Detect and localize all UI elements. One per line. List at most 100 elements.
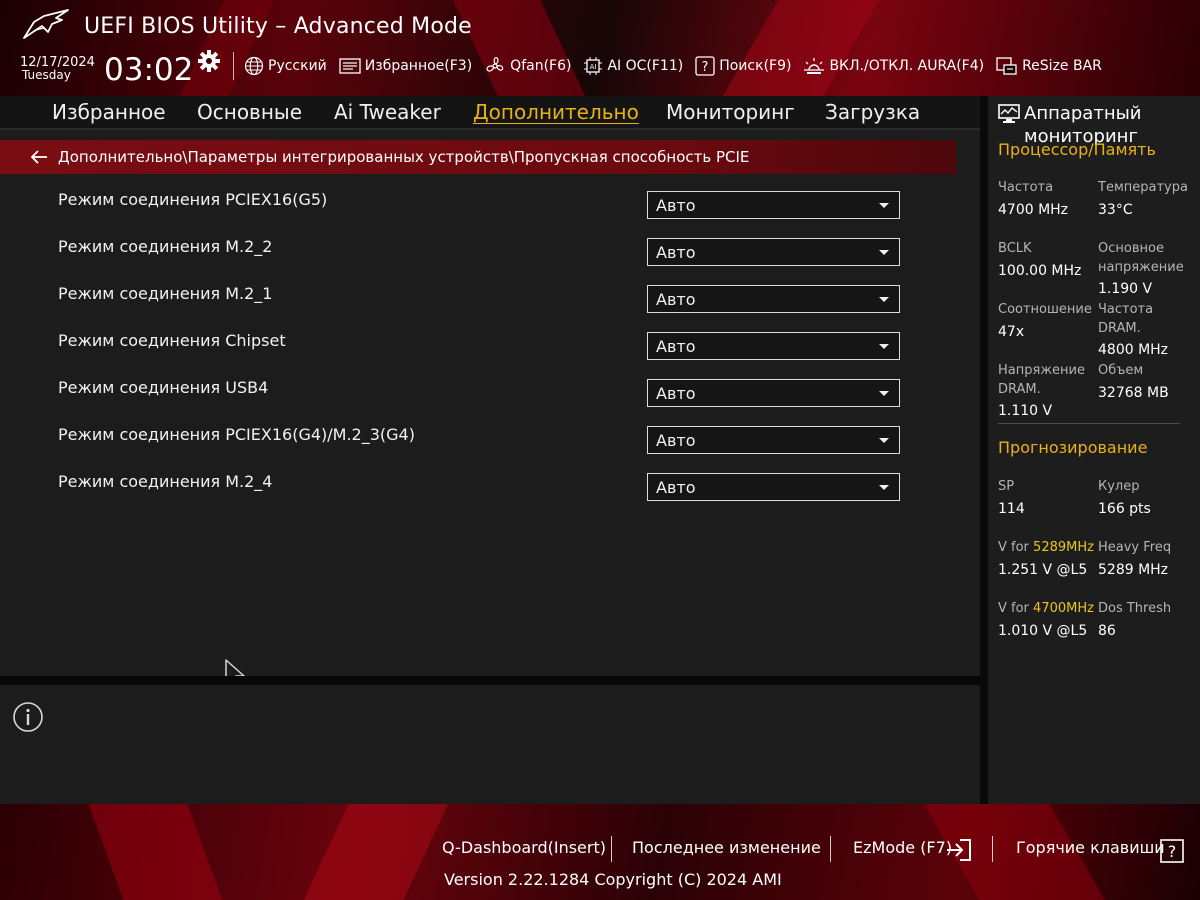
aura-button[interactable]: ВКЛ./ОТКЛ. AURA(F4) bbox=[803, 56, 984, 76]
capacity-value: 32768 MB bbox=[1098, 385, 1169, 401]
setting-dropdown-chipset[interactable]: Авто bbox=[647, 332, 900, 360]
v-for-base-label: V for 4700MHz bbox=[998, 599, 1094, 618]
tab-boot[interactable]: Загрузка bbox=[825, 96, 920, 128]
day-display: Tuesday bbox=[22, 68, 71, 82]
bclk-value: 100.00 MHz bbox=[998, 263, 1082, 279]
tab-ai-tweaker[interactable]: Ai Tweaker bbox=[334, 96, 441, 128]
help-icon[interactable]: ? bbox=[1160, 839, 1184, 863]
header-separator bbox=[233, 52, 234, 80]
ai-oc-button[interactable]: AI AI OC(F11) bbox=[583, 56, 683, 76]
setting-label: Режим соединения M.2_4 bbox=[58, 472, 273, 491]
info-icon bbox=[13, 702, 43, 732]
setting-dropdown-usb4[interactable]: Авто bbox=[647, 379, 900, 407]
tab-favorites[interactable]: Избранное bbox=[52, 96, 166, 128]
dropdown-value: Авто bbox=[656, 336, 696, 356]
qfan-button[interactable]: Qfan(F6) bbox=[484, 55, 571, 77]
sp-value: 114 bbox=[998, 501, 1025, 517]
setting-row-chipset: Режим соединения Chipset Авто bbox=[0, 331, 960, 371]
ratio-value: 47x bbox=[998, 324, 1025, 340]
setting-dropdown-m2-2[interactable]: Авто bbox=[647, 238, 900, 266]
resize-bar-button[interactable]: ReSize BAR bbox=[996, 56, 1102, 76]
setting-row-usb4: Режим соединения USB4 Авто bbox=[0, 378, 960, 418]
section-cpu-memory: Процессор/Память bbox=[998, 140, 1156, 159]
bclk-label: BCLK bbox=[998, 241, 1032, 256]
temp-value: 33°C bbox=[1098, 202, 1133, 218]
cooler-label: Кулер bbox=[1098, 479, 1140, 494]
aura-label: ВКЛ./ОТКЛ. AURA(F4) bbox=[829, 58, 985, 74]
chevron-down-icon bbox=[879, 390, 889, 396]
setting-label: Режим соединения M.2_2 bbox=[58, 237, 273, 256]
v-for-heavy-freq: 5289MHz bbox=[1033, 540, 1094, 555]
rog-logo-icon bbox=[23, 9, 69, 39]
back-arrow-icon[interactable] bbox=[30, 150, 48, 164]
fan-icon bbox=[486, 57, 504, 72]
exit-icon[interactable] bbox=[946, 838, 972, 862]
sp-label: SP bbox=[998, 479, 1015, 494]
setting-row-m2-2: Режим соединения M.2_2 Авто bbox=[0, 237, 960, 277]
dropdown-value: Авто bbox=[656, 477, 696, 497]
dropdown-value: Авто bbox=[656, 383, 696, 403]
gear-icon[interactable] bbox=[196, 48, 222, 74]
dram-freq-value: 4800 MHz bbox=[1098, 342, 1169, 358]
setting-dropdown-m2-4[interactable]: Авто bbox=[647, 473, 900, 501]
breadcrumb: Дополнительно\Параметры интегрированных … bbox=[0, 140, 956, 174]
chevron-down-icon bbox=[879, 296, 889, 302]
setting-label: Режим соединения Chipset bbox=[58, 331, 286, 350]
setting-label: Режим соединения M.2_1 bbox=[58, 284, 273, 303]
setting-label: Режим соединения USB4 bbox=[58, 378, 269, 397]
footer-separator bbox=[611, 836, 612, 862]
svg-text:?: ? bbox=[702, 60, 709, 75]
heavy-freq-label: Heavy Freq bbox=[1098, 540, 1172, 555]
search-help-icon: ? bbox=[695, 56, 715, 76]
footer-bar: Q-Dashboard(Insert) Последнее изменение … bbox=[0, 804, 1200, 900]
core-voltage-label: Основное напряжение bbox=[1098, 241, 1184, 275]
dropdown-value: Авто bbox=[656, 430, 696, 450]
v-for-base-freq: 4700MHz bbox=[1033, 601, 1094, 616]
ratio-label: Соотношение bbox=[998, 302, 1092, 317]
chevron-down-icon bbox=[879, 437, 889, 443]
chevron-down-icon bbox=[879, 343, 889, 349]
header-bar: UEFI BIOS Utility – Advanced Mode 12/17/… bbox=[0, 0, 1200, 96]
chevron-down-icon bbox=[879, 484, 889, 490]
setting-row-m2-4: Режим соединения M.2_4 Авто bbox=[0, 472, 960, 512]
v-for-prefix: V for bbox=[998, 601, 1034, 616]
tab-monitor[interactable]: Мониторинг bbox=[666, 96, 795, 128]
dropdown-value: Авто bbox=[656, 242, 696, 262]
section-prediction: Прогнозирование bbox=[998, 438, 1148, 457]
app-title: UEFI BIOS Utility – Advanced Mode bbox=[84, 14, 472, 39]
help-icon-glyph: ? bbox=[1168, 842, 1177, 861]
dram-voltage-label: Напряжение DRAM. bbox=[998, 363, 1085, 397]
qfan-label: Qfan(F6) bbox=[510, 58, 572, 74]
dos-thresh-value: 86 bbox=[1098, 623, 1116, 639]
clock-display[interactable]: 03:02 bbox=[104, 52, 193, 88]
dos-thresh-label: Dos Thresh bbox=[1098, 601, 1172, 616]
favorites-icon bbox=[339, 58, 361, 74]
tab-advanced[interactable]: Дополнительно bbox=[473, 96, 639, 128]
setting-dropdown-pciex16-g5[interactable]: Авто bbox=[647, 191, 900, 219]
setting-dropdown-pciex16-g4-m2-3[interactable]: Авто bbox=[647, 426, 900, 454]
tab-main[interactable]: Основные bbox=[197, 96, 302, 128]
ai-oc-label: AI OC(F11) bbox=[607, 58, 684, 74]
heavy-freq-value: 5289 MHz bbox=[1098, 562, 1169, 578]
favorites-button[interactable]: Избранное(F3) bbox=[339, 57, 472, 75]
hotkeys-button[interactable]: Горячие клавиши bbox=[1016, 838, 1165, 857]
dropdown-value: Авто bbox=[656, 195, 696, 215]
dram-voltage-value: 1.110 V bbox=[998, 403, 1053, 419]
resize-bar-icon bbox=[996, 57, 1017, 75]
q-dashboard-button[interactable]: Q-Dashboard(Insert) bbox=[442, 838, 606, 857]
favorites-label: Избранное(F3) bbox=[364, 58, 473, 74]
last-change-button[interactable]: Последнее изменение bbox=[632, 838, 821, 857]
setting-dropdown-m2-1[interactable]: Авто bbox=[647, 285, 900, 313]
capacity-label: Объем bbox=[1098, 363, 1144, 378]
v-for-heavy-label: V for 5289MHz bbox=[998, 538, 1094, 557]
freq-value: 4700 MHz bbox=[998, 202, 1069, 218]
ezmode-button[interactable]: EzMode (F7) bbox=[853, 838, 952, 857]
search-button[interactable]: ? Поиск(F9) bbox=[695, 56, 791, 76]
setting-row-pciex16-g4-m2-3: Режим соединения PCIEX16(G4)/M.2_3(G4) А… bbox=[0, 425, 960, 465]
ai-oc-icon: AI bbox=[584, 57, 603, 75]
cooler-value: 166 pts bbox=[1098, 501, 1151, 517]
hw-separator bbox=[998, 423, 1180, 424]
language-button[interactable]: Русский bbox=[244, 56, 327, 76]
chevron-down-icon bbox=[879, 249, 889, 255]
aura-icon bbox=[804, 58, 825, 74]
